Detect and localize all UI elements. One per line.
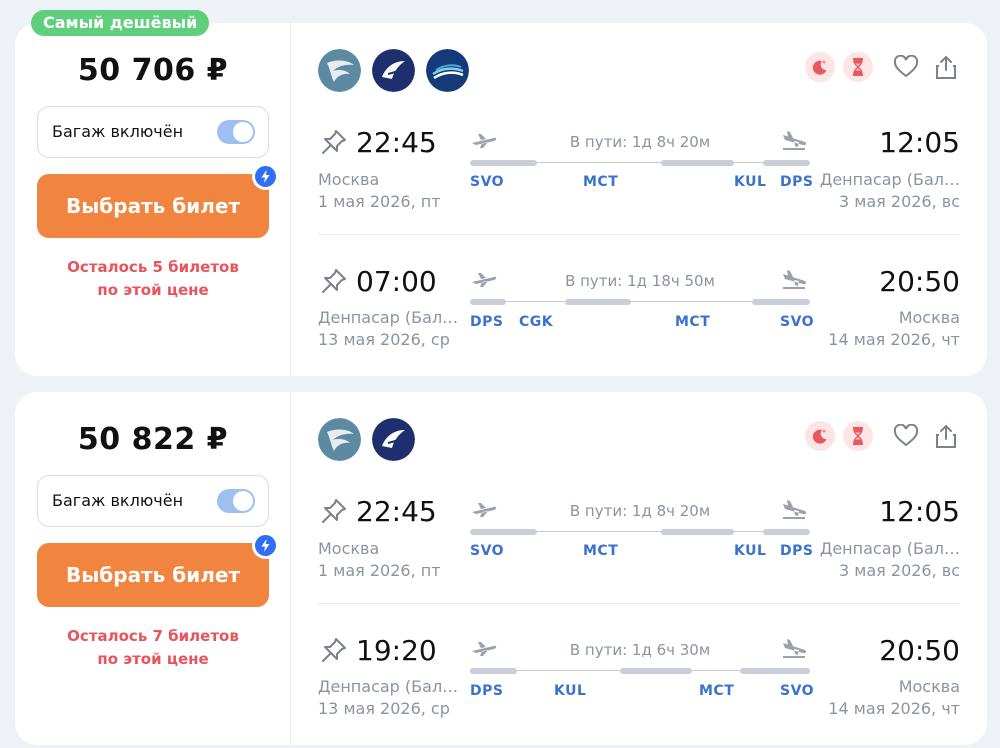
ticket-price: 50 706 ₽ <box>77 53 229 88</box>
route-track <box>470 160 810 166</box>
arrival-time: 12:05 <box>879 126 960 159</box>
flight-duration: В пути: 1д 18ч 50м <box>565 272 715 290</box>
flight-segment: 07:00 Денпасар (Бал… 13 мая 2026, ср В п… <box>318 234 960 376</box>
departure-city: Москва <box>318 170 380 189</box>
airline-logo-garuda <box>426 49 469 92</box>
airline-logos <box>318 49 469 92</box>
airline-logos <box>318 418 415 461</box>
baggage-label: Багаж включён <box>52 491 184 510</box>
airport-code: DPS <box>780 174 814 190</box>
departure-date: 1 мая 2026, пт <box>318 192 441 211</box>
pin-icon[interactable] <box>320 267 348 295</box>
arrival-city: Москва <box>898 677 960 696</box>
night-flight-icon <box>805 52 835 82</box>
pin-icon[interactable] <box>320 128 348 156</box>
ticket-price: 50 822 ₽ <box>77 422 229 457</box>
airport-code: DPS <box>470 314 504 330</box>
favorite-heart-icon[interactable] <box>891 52 921 82</box>
night-flight-icon <box>805 421 835 451</box>
baggage-option[interactable]: Багаж включён <box>37 475 269 527</box>
tickets-remaining: Осталось 7 билетов по этой цене <box>67 627 239 668</box>
baggage-toggle[interactable] <box>217 120 255 144</box>
airport-code: MCT <box>699 683 735 699</box>
flight-segment: 22:45 Москва 1 мая 2026, пт В пути: 1д 8… <box>318 108 960 251</box>
select-ticket-button[interactable]: Выбрать билет <box>37 174 269 238</box>
select-ticket-button[interactable]: Выбрать билет <box>37 543 269 607</box>
arrival-time: 20:50 <box>879 265 960 298</box>
landing-icon <box>783 639 807 658</box>
departure-time: 22:45 <box>356 495 437 528</box>
flight-segment: 22:45 Москва 1 мая 2026, пт В пути: 1д 8… <box>318 477 960 620</box>
departure-city: Денпасар (Бал… <box>318 308 459 327</box>
airport-code: SVO <box>780 683 815 699</box>
airport-code: KUL <box>734 543 767 559</box>
departure-time: 19:20 <box>356 634 437 667</box>
arrival-date: 3 мая 2026, вс <box>839 561 960 580</box>
departure-city: Москва <box>318 539 380 558</box>
route-track <box>470 668 810 674</box>
route-track <box>470 529 810 535</box>
landing-icon <box>783 270 807 289</box>
ticket-card: 50 706 ₽ Багаж включён Выбрать билет Ост… <box>15 23 987 376</box>
arrival-time: 12:05 <box>879 495 960 528</box>
baggage-option[interactable]: Багаж включён <box>37 106 269 158</box>
departure-city: Денпасар (Бал… <box>318 677 459 696</box>
share-icon[interactable] <box>931 52 961 82</box>
departure-date: 1 мая 2026, пт <box>318 561 441 580</box>
flight-segment: 19:20 Денпасар (Бал… 13 мая 2026, ср В п… <box>318 603 960 745</box>
airport-code: DPS <box>470 683 504 699</box>
arrival-date: 3 мая 2026, вс <box>839 192 960 211</box>
departure-time: 22:45 <box>356 126 437 159</box>
arrival-city: Москва <box>898 308 960 327</box>
flight-duration: В пути: 1д 6ч 30м <box>569 641 711 659</box>
airline-logo-malaysia <box>372 49 415 92</box>
arrival-time: 20:50 <box>879 634 960 667</box>
favorite-heart-icon[interactable] <box>891 421 921 451</box>
cheapest-badge: Самый дешёвый <box>31 10 210 36</box>
baggage-label: Багаж включён <box>52 122 184 141</box>
arrival-city: Денпасар (Бал… <box>819 170 960 189</box>
pin-icon[interactable] <box>320 497 348 525</box>
airport-code: SVO <box>470 174 505 190</box>
airport-code: KUL <box>734 174 767 190</box>
flight-duration: В пути: 1д 8ч 20м <box>569 133 711 151</box>
airport-code: MCT <box>583 174 619 190</box>
tickets-remaining: Осталось 5 билетов по этой цене <box>67 258 239 299</box>
lightning-icon <box>252 532 279 559</box>
route-track <box>470 299 810 305</box>
ticket-price-panel: 50 822 ₽ Багаж включён Выбрать билет Ост… <box>15 392 291 745</box>
airport-code: SVO <box>470 543 505 559</box>
airport-code: KUL <box>554 683 587 699</box>
flight-duration: В пути: 1д 8ч 20м <box>569 502 711 520</box>
landing-icon <box>783 500 807 519</box>
airport-code: CGK <box>519 314 554 330</box>
share-icon[interactable] <box>931 421 961 451</box>
pin-icon[interactable] <box>320 636 348 664</box>
ticket-price-panel: 50 706 ₽ Багаж включён Выбрать билет Ост… <box>15 23 291 376</box>
hourglass-icon <box>843 52 873 82</box>
arrival-city: Денпасар (Бал… <box>819 539 960 558</box>
airport-code: MCT <box>675 314 711 330</box>
departure-date: 13 мая 2026, ср <box>318 699 450 718</box>
ticket-details: 22:45 Москва 1 мая 2026, пт В пути: 1д 8… <box>291 392 987 745</box>
airport-code: MCT <box>583 543 619 559</box>
airline-logo-wing <box>318 418 361 461</box>
airline-logo-malaysia <box>372 418 415 461</box>
arrival-date: 14 мая 2026, чт <box>828 699 960 718</box>
ticket-actions <box>805 52 961 82</box>
ticket-details: 22:45 Москва 1 мая 2026, пт В пути: 1д 8… <box>291 23 987 376</box>
airline-logo-wing <box>318 49 361 92</box>
arrival-date: 14 мая 2026, чт <box>828 330 960 349</box>
ticket-card: 50 822 ₽ Багаж включён Выбрать билет Ост… <box>15 392 987 745</box>
baggage-toggle[interactable] <box>217 489 255 513</box>
lightning-icon <box>252 163 279 190</box>
landing-icon <box>783 131 807 150</box>
hourglass-icon <box>843 421 873 451</box>
ticket-actions <box>805 421 961 451</box>
airport-code: SVO <box>780 314 815 330</box>
departure-date: 13 мая 2026, ср <box>318 330 450 349</box>
airport-code: DPS <box>780 543 814 559</box>
departure-time: 07:00 <box>356 265 437 298</box>
